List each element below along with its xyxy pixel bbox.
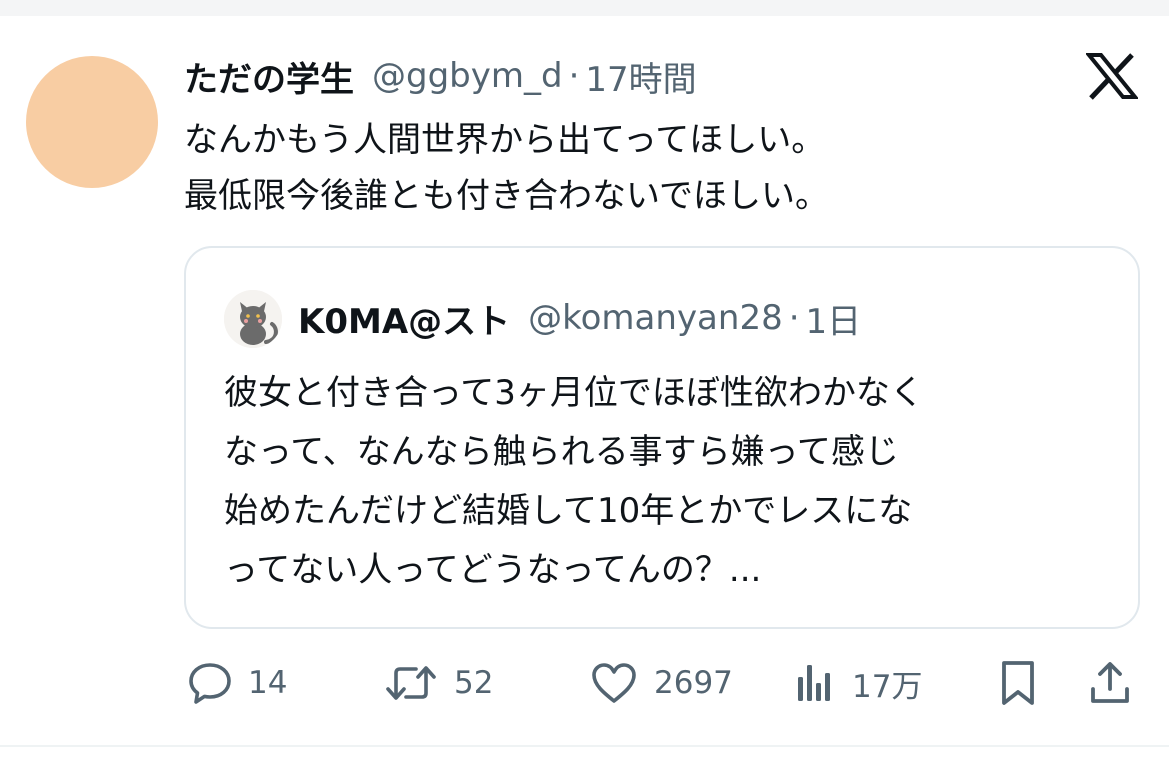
tweet-text: なんかもう人間世界から出てってほしい。 最低限今後誰とも付き合わないでほしい。 [184,112,829,224]
like-button[interactable]: 2697 [590,652,733,714]
views-icon [798,665,830,701]
reply-icon [189,663,231,704]
repost-icon [386,666,436,700]
quoted-text-line: 彼女と付き合って3ヶ月位でほぼ性欲わかなく [224,373,924,413]
share-icon [1091,662,1129,703]
tweet-text-line: なんかもう人間世界から出てってほしい。 [184,120,826,160]
top-strip [0,0,1169,16]
bookmark-button[interactable] [998,652,1038,714]
quoted-tweet-text: 彼女と付き合って3ヶ月位でほぼ性欲わかなく なって、なんなら触られる事すら嫌って… [224,364,1104,600]
quoted-header-separator: · [788,298,800,338]
quoted-author-avatar[interactable] [224,290,282,348]
views-button[interactable]: 17万 [794,652,922,714]
quoted-tweet-header: K0MA@スト @komanyan28 · 1日 [298,292,861,344]
reply-button[interactable]: 14 [188,652,287,714]
views-count: 17万 [852,668,923,705]
tweet-header: ただの学生 @ggbym_d · 17時間 [184,52,697,100]
bookmark-icon [1002,661,1034,705]
quoted-author-display-name[interactable]: K0MA@スト [298,294,510,343]
tweet-action-bar: 14 52 2697 17万 [184,652,1140,714]
quoted-text-line: 始めたんだけど結婚して10年とかでレスにな [224,491,913,531]
divider [0,745,1169,747]
quoted-author-handle[interactable]: @komanyan28 [528,298,783,338]
quoted-text-line: なって、なんなら触られる事すら嫌って感じ [224,432,899,472]
reply-count: 14 [248,665,288,701]
like-icon [592,663,636,703]
quoted-text-line: ってない人ってどうなってんの？... [224,550,762,590]
author-avatar[interactable] [26,56,158,188]
quoted-tweet-card[interactable]: K0MA@スト @komanyan28 · 1日 彼女と付き合って3ヶ月位でほぼ… [184,246,1140,629]
author-display-name[interactable]: ただの学生 [184,52,354,101]
author-handle[interactable]: @ggbym_d [372,56,563,96]
x-logo-icon [1084,52,1140,100]
repost-button[interactable]: 52 [384,652,493,714]
repost-count: 52 [454,665,494,701]
tweet-text-line: 最低限今後誰とも付き合わないでほしい。 [184,176,829,216]
tweet-timestamp[interactable]: 17時間 [585,52,696,101]
header-separator: · [568,56,580,96]
cat-icon [224,290,282,348]
quoted-tweet-timestamp[interactable]: 1日 [806,294,862,343]
like-count: 2697 [654,665,733,701]
share-button[interactable] [1088,652,1132,714]
